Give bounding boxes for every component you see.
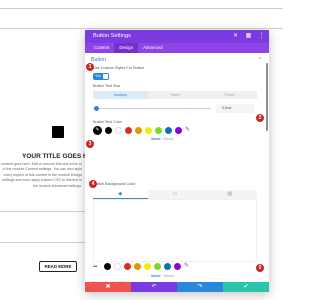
section-title: Button bbox=[91, 57, 106, 63]
text-color-label: Button Text Color bbox=[93, 120, 123, 124]
color-picker-icon[interactable]: ✎ bbox=[93, 126, 102, 135]
button-settings-modal: Button Settings ✕ ▦ ⋮ Content Design Adv… bbox=[85, 30, 269, 292]
pencil-icon[interactable]: ✎ bbox=[184, 263, 189, 270]
pencil-icon[interactable]: ✎ bbox=[185, 127, 190, 134]
background-type-tabs: ◆ ▭ ▤ bbox=[93, 190, 257, 199]
text-color-swatches: ✎ ✎ bbox=[93, 126, 190, 135]
swatch-purple[interactable] bbox=[175, 127, 182, 134]
palette-tabs: Saved Recent bbox=[151, 274, 174, 278]
cancel-button[interactable]: ✖ bbox=[85, 282, 131, 292]
text-size-input[interactable]: 0.8vw bbox=[216, 104, 254, 113]
color-fill-icon[interactable]: ◆ bbox=[93, 190, 148, 199]
image-icon[interactable]: ▭ bbox=[148, 190, 203, 199]
swatch-white[interactable] bbox=[115, 127, 122, 134]
modal-tabs: Content Design Advanced bbox=[85, 43, 269, 53]
bg-color-label: Button Background Color bbox=[93, 182, 136, 186]
swatch-white[interactable] bbox=[114, 263, 121, 270]
device-tab-phone[interactable]: Phone bbox=[202, 91, 257, 99]
divider-line bbox=[0, 242, 85, 243]
modal-title: Button Settings bbox=[93, 33, 131, 39]
divider-line bbox=[0, 28, 283, 29]
modal-footer: ✖ ↶ ↷ ✔ bbox=[85, 282, 269, 292]
tab-design[interactable]: Design bbox=[114, 43, 139, 53]
saved-tab[interactable]: Saved bbox=[151, 274, 160, 278]
swatch-black[interactable] bbox=[105, 127, 112, 134]
divider-line bbox=[0, 8, 283, 9]
palette-tabs: Saved Recent bbox=[151, 137, 174, 141]
saved-tab[interactable]: Saved bbox=[151, 137, 160, 141]
read-more-button[interactable]: READ MORE bbox=[39, 261, 77, 272]
swatch-blue[interactable] bbox=[165, 127, 172, 134]
tab-content[interactable]: Content bbox=[89, 43, 114, 53]
divider-line bbox=[0, 211, 85, 212]
section-header[interactable]: Button ^ bbox=[91, 57, 261, 63]
tab-advanced[interactable]: Advanced bbox=[138, 43, 168, 53]
redo-button[interactable]: ↷ bbox=[177, 282, 223, 292]
swatch-green[interactable] bbox=[155, 127, 162, 134]
swatch-red[interactable] bbox=[125, 127, 132, 134]
use-custom-styles-toggle[interactable]: Yes bbox=[93, 73, 109, 80]
bg-color-swatches: ••• ✎ bbox=[93, 263, 189, 270]
text-size-slider-handle[interactable] bbox=[94, 106, 99, 111]
swatch-blue[interactable] bbox=[164, 263, 171, 270]
modal-body: Button ^ Use Custom Styles For Button Ye… bbox=[85, 53, 269, 292]
step-marker-3: 3 bbox=[86, 140, 94, 148]
swatch-yellow[interactable] bbox=[144, 263, 151, 270]
blurb-body-text: content goes here. Edit or remove this t… bbox=[0, 162, 82, 188]
toggle-knob bbox=[103, 74, 108, 79]
swatch-green[interactable] bbox=[154, 263, 161, 270]
step-marker-5: 5 bbox=[256, 264, 264, 272]
device-tabs: Desktop Tablet Phone bbox=[93, 91, 257, 99]
blurb-title: YOUR TITLE GOES HI bbox=[22, 153, 90, 160]
modal-header: Button Settings ✕ ▦ ⋮ bbox=[85, 30, 269, 43]
swatch-red[interactable] bbox=[124, 263, 131, 270]
text-size-slider-track[interactable] bbox=[93, 108, 211, 109]
blurb-icon bbox=[52, 126, 64, 138]
chevron-up-icon[interactable]: ^ bbox=[259, 57, 261, 63]
close-icon[interactable]: ✕ bbox=[232, 32, 239, 40]
swatch-yellow[interactable] bbox=[145, 127, 152, 134]
undo-button[interactable]: ↶ bbox=[131, 282, 177, 292]
gradient-icon[interactable]: ▤ bbox=[202, 190, 257, 199]
step-marker-1: 1 bbox=[86, 63, 94, 71]
scrollbar[interactable] bbox=[266, 63, 268, 131]
step-marker-4: 4 bbox=[89, 180, 97, 188]
toggle-value: Yes bbox=[95, 74, 101, 78]
swatch-purple[interactable] bbox=[174, 263, 181, 270]
kebab-menu-icon[interactable]: ⋮ bbox=[258, 32, 265, 40]
menu-icon[interactable]: ▦ bbox=[245, 32, 252, 40]
recent-tab[interactable]: Recent bbox=[163, 137, 173, 141]
recent-tab[interactable]: Recent bbox=[163, 274, 173, 278]
text-size-label: Button Text Size bbox=[93, 84, 121, 88]
swatch-orange[interactable] bbox=[134, 263, 141, 270]
step-marker-2: 2 bbox=[256, 114, 264, 122]
device-tab-desktop[interactable]: Desktop bbox=[93, 91, 148, 99]
swatch-orange[interactable] bbox=[135, 127, 142, 134]
save-button[interactable]: ✔ bbox=[223, 282, 269, 292]
background-preview bbox=[93, 199, 257, 262]
device-tab-tablet[interactable]: Tablet bbox=[148, 91, 203, 99]
use-custom-styles-label: Use Custom Styles For Button bbox=[93, 66, 145, 70]
swatch-black[interactable] bbox=[104, 263, 111, 270]
more-colors-icon[interactable]: ••• bbox=[93, 264, 101, 270]
